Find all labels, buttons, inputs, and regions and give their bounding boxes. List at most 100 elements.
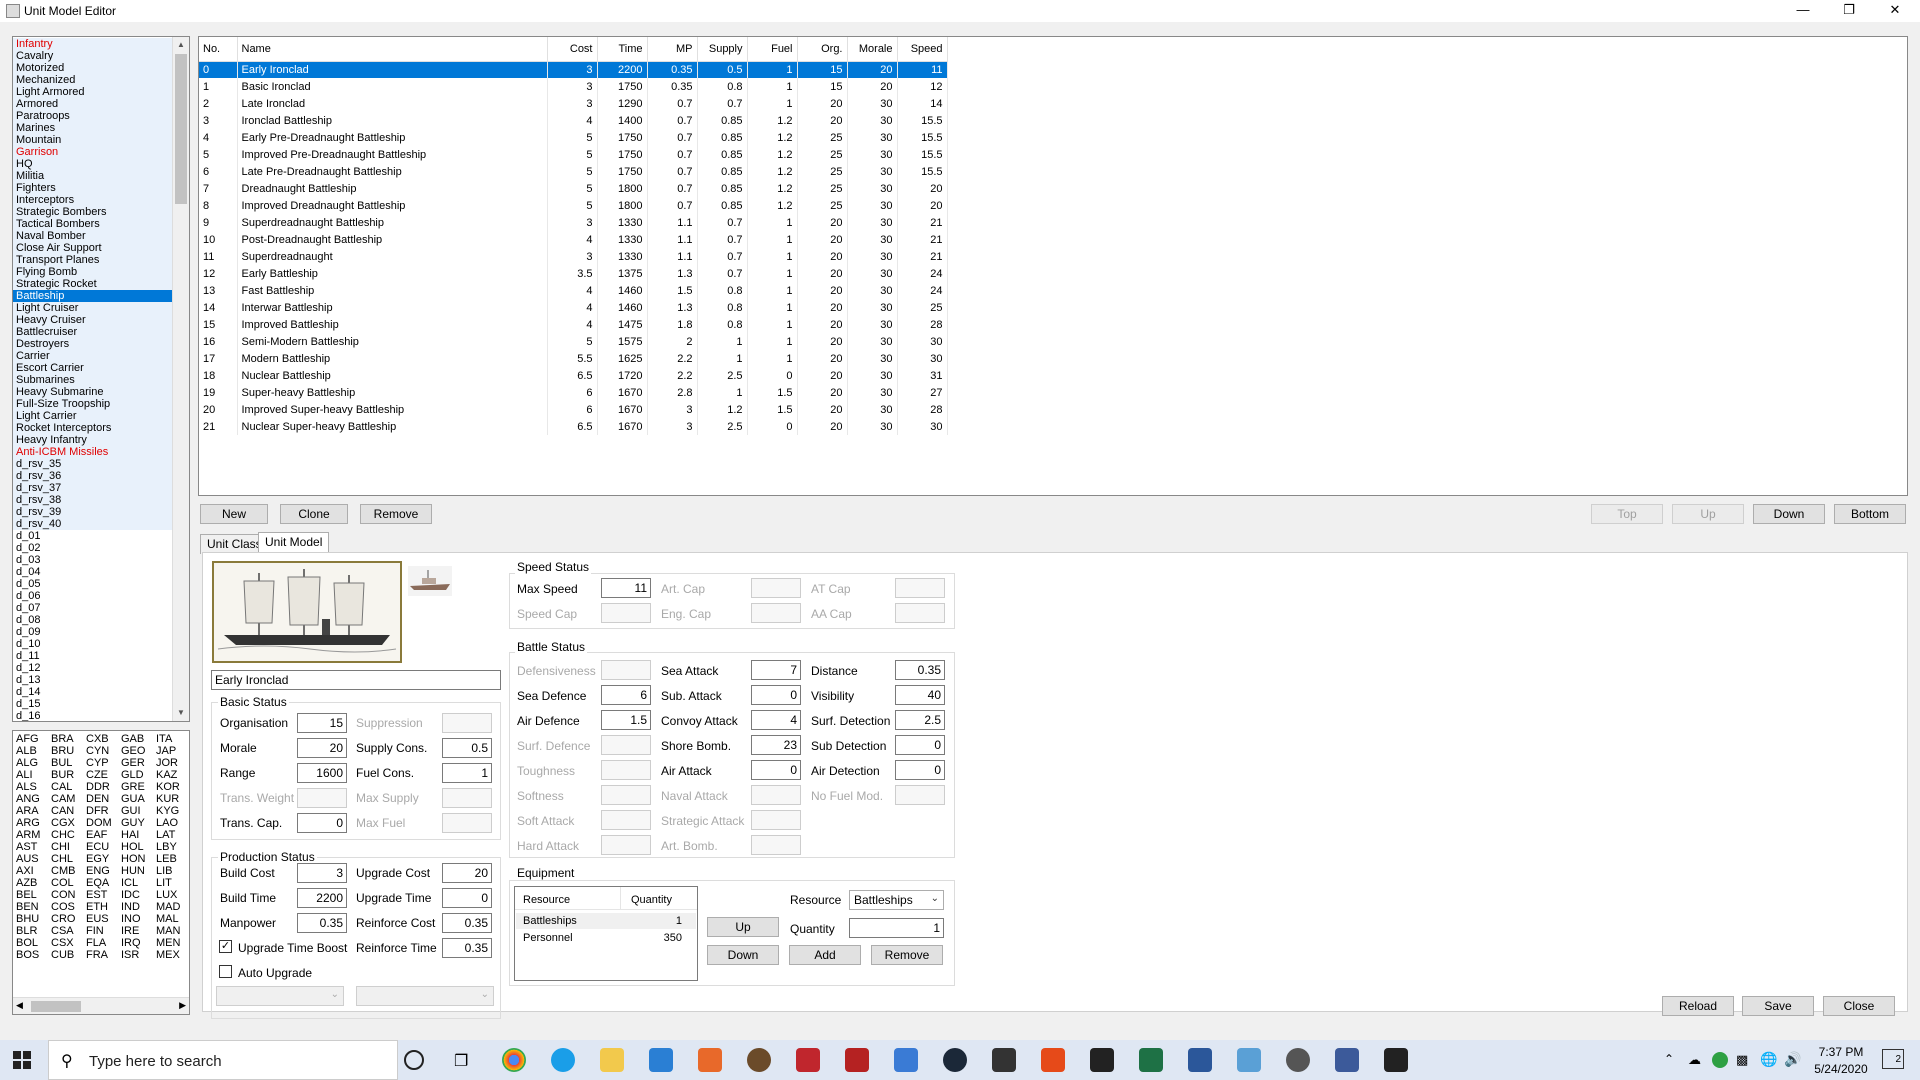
cortana-icon[interactable] — [404, 1050, 424, 1070]
table-row[interactable]: 11 Superdreadnaught 3 1330 1.1 0.7 1 20 30 21 — [199, 248, 948, 265]
country-item[interactable]: ENG — [83, 865, 118, 877]
battle-stat-field[interactable]: 23 — [751, 735, 801, 755]
table-row[interactable]: 2 Late Ironclad 3 1290 0.7 0.7 1 20 30 14 — [199, 95, 948, 112]
store-icon[interactable] — [1090, 1048, 1114, 1072]
country-grid[interactable]: AFG BRA CXB GAB ITA ALB BRU CYN GEO JAP ALG BUL CYP G… — [12, 730, 190, 1015]
unit-model-table[interactable]: No. Name Cost Time MP Supply Fuel Org. Morale Spe… — [198, 36, 1908, 496]
fuel-cons-field[interactable]: 1 — [442, 763, 492, 783]
share-app-icon[interactable] — [698, 1048, 722, 1072]
table-row[interactable]: 5 Improved Pre-Dreadnaught Battleship 5 175… — [199, 146, 948, 163]
country-item[interactable]: BRU — [48, 745, 83, 757]
country-item[interactable]: ICL — [118, 877, 153, 889]
country-item[interactable]: ARG — [13, 817, 48, 829]
country-item[interactable]: BOS — [13, 949, 48, 961]
table-row[interactable]: 1 Basic Ironclad 3 1750 0.35 0.8 1 15 20 12 — [199, 78, 948, 95]
class-list-item[interactable]: d_05 — [13, 578, 189, 590]
battle-stat-field[interactable]: 2.5 — [895, 710, 945, 730]
game-app-icon[interactable] — [845, 1048, 869, 1072]
country-item[interactable]: ISR — [118, 949, 153, 961]
supply-cons-field[interactable]: 0.5 — [442, 738, 492, 758]
scroll-thumb[interactable] — [31, 1001, 81, 1012]
column-header[interactable]: Morale — [847, 37, 898, 62]
class-list-item[interactable]: Heavy Cruiser — [13, 314, 189, 326]
up-button[interactable]: Up — [1672, 504, 1744, 524]
country-item[interactable]: BLR — [13, 925, 48, 937]
class-list-item[interactable]: Marines — [13, 122, 189, 134]
class-list-item[interactable]: Interceptors — [13, 194, 189, 206]
ship-thumbnail-icon[interactable] — [408, 566, 452, 596]
game-globe-icon[interactable] — [747, 1048, 771, 1072]
table-row[interactable]: 16 Semi-Modern Battleship 5 1575 2 1 1 20 30 30 — [199, 333, 948, 350]
country-item[interactable]: GRE — [118, 781, 153, 793]
class-list-item[interactable]: Close Air Support — [13, 242, 189, 254]
country-item[interactable]: EAF — [83, 829, 118, 841]
equipment-list[interactable]: Resource Quantity Battleships 1 Personnel 3… — [514, 886, 698, 981]
column-header[interactable]: MP — [647, 37, 698, 62]
table-row[interactable]: 19 Super-heavy Battleship 6 1670 2.8 1 1.5 20 30… — [199, 384, 948, 401]
chrome-icon[interactable] — [502, 1048, 526, 1072]
steam-icon[interactable] — [943, 1048, 967, 1072]
country-item[interactable]: GER — [118, 757, 153, 769]
country-item[interactable]: CAM — [48, 793, 83, 805]
class-list-item[interactable]: Mountain — [13, 134, 189, 146]
country-item[interactable]: ALG — [13, 757, 48, 769]
country-item[interactable]: MAN — [153, 925, 188, 937]
column-header[interactable]: Speed — [897, 37, 948, 62]
cloud-icon[interactable]: ☁ — [1688, 1052, 1701, 1068]
country-item[interactable]: ITA — [153, 733, 188, 745]
battle-stat-field[interactable]: 6 — [601, 685, 651, 705]
country-item[interactable]: CZE — [83, 769, 118, 781]
class-list-item[interactable]: d_09 — [13, 626, 189, 638]
close-button[interactable]: Close — [1823, 996, 1895, 1016]
country-item[interactable]: GLD — [118, 769, 153, 781]
country-item[interactable]: FIN — [83, 925, 118, 937]
table-row[interactable]: 7 Dreadnaught Battleship 5 1800 0.7 0.85 1.2 25… — [199, 180, 948, 197]
country-item[interactable]: IDC — [118, 889, 153, 901]
file-explorer-icon[interactable] — [600, 1048, 624, 1072]
battle-stat-field[interactable]: 4 — [751, 710, 801, 730]
battle-stat-field[interactable]: 0 — [895, 735, 945, 755]
class-list-item[interactable]: Flying Bomb — [13, 266, 189, 278]
country-item[interactable]: LBY — [153, 841, 188, 853]
class-list-scrollbar[interactable]: ▲ ▼ — [172, 37, 189, 721]
task-view-icon[interactable]: ❐ — [454, 1051, 468, 1071]
scroll-thumb[interactable] — [175, 54, 187, 204]
country-item[interactable]: ECU — [83, 841, 118, 853]
class-list-item[interactable]: Motorized — [13, 62, 189, 74]
build-time-field[interactable]: 2200 — [297, 888, 347, 908]
mail-icon[interactable] — [649, 1048, 673, 1072]
battle-stat-field[interactable]: 0 — [751, 685, 801, 705]
class-list-item[interactable]: d_rsv_40 — [13, 518, 189, 530]
class-list-item[interactable]: d_02 — [13, 542, 189, 554]
country-item[interactable]: EUS — [83, 913, 118, 925]
reinforce-cost-field[interactable]: 0.35 — [442, 913, 492, 933]
table-row[interactable]: 14 Interwar Battleship 4 1460 1.3 0.8 1 20 30 25 — [199, 299, 948, 316]
country-item[interactable]: MEX — [153, 949, 188, 961]
country-item[interactable]: LAO — [153, 817, 188, 829]
class-list-item[interactable]: Paratroops — [13, 110, 189, 122]
country-item[interactable]: BEN — [13, 901, 48, 913]
country-item[interactable]: EGY — [83, 853, 118, 865]
column-header[interactable]: Supply — [697, 37, 748, 62]
auto-upgrade-checkbox[interactable] — [219, 965, 232, 978]
country-item[interactable]: CHL — [48, 853, 83, 865]
clone-button[interactable]: Clone — [280, 504, 348, 524]
class-list-item[interactable]: d_rsv_36 — [13, 470, 189, 482]
class-list-item[interactable]: Fighters — [13, 182, 189, 194]
country-item[interactable]: GUI — [118, 805, 153, 817]
battle-stat-field[interactable]: 0 — [751, 760, 801, 780]
max-speed-field[interactable]: 11 — [601, 578, 651, 598]
class-list-item[interactable]: d_14 — [13, 686, 189, 698]
battle-stat-field[interactable]: 0 — [895, 760, 945, 780]
upgrade-cost-field[interactable]: 20 — [442, 863, 492, 883]
class-list-item[interactable]: Light Armored — [13, 86, 189, 98]
class-list-item[interactable]: d_12 — [13, 662, 189, 674]
class-list-item[interactable]: Full-Size Troopship — [13, 398, 189, 410]
equipment-add-button[interactable]: Add — [789, 945, 861, 965]
excel-icon[interactable] — [1139, 1048, 1163, 1072]
bottom-button[interactable]: Bottom — [1834, 504, 1906, 524]
battle-stat-field[interactable]: 1.5 — [601, 710, 651, 730]
country-item[interactable]: JAP — [153, 745, 188, 757]
scroll-down-icon[interactable]: ▼ — [173, 705, 189, 721]
unit-model-image[interactable] — [212, 561, 402, 663]
